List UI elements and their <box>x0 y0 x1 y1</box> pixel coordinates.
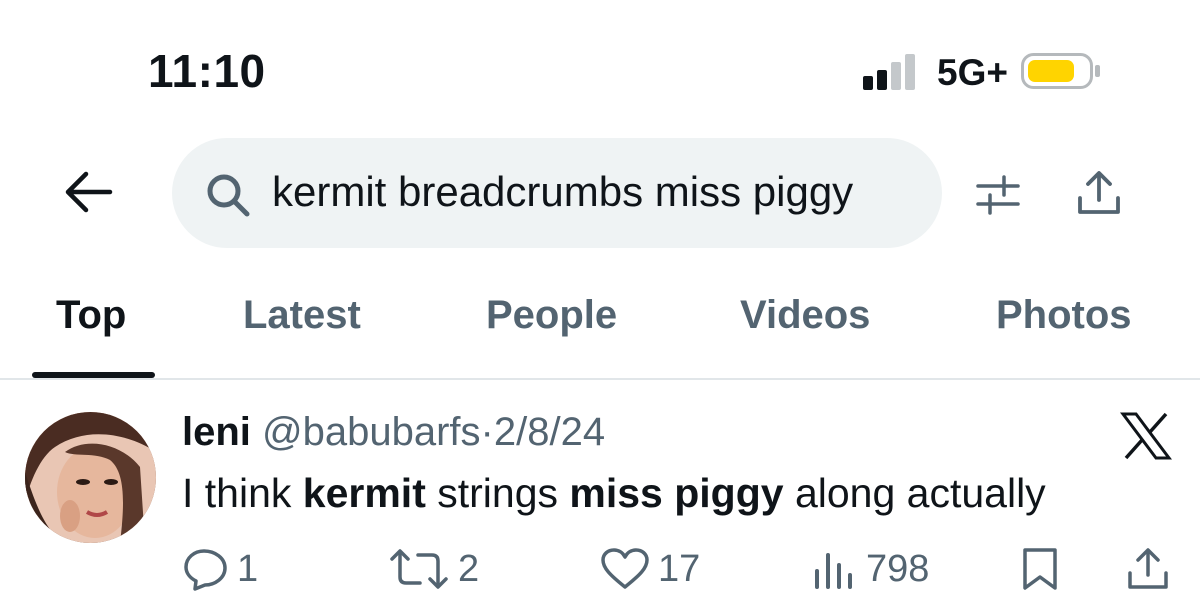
repost-count: 2 <box>458 547 480 590</box>
divider <box>0 378 1200 380</box>
tab-people[interactable]: People <box>486 293 617 338</box>
tweet-date[interactable]: 2/8/24 <box>494 410 605 454</box>
battery-icon <box>1021 53 1101 89</box>
x-logo-icon <box>1120 412 1172 460</box>
views-count: 798 <box>866 547 930 590</box>
tweet-text-highlight: miss piggy <box>569 470 784 516</box>
search-query-text[interactable]: kermit breadcrumbs miss piggy <box>272 168 853 216</box>
bookmark-button[interactable] <box>1020 544 1068 594</box>
tab-latest[interactable]: Latest <box>243 293 361 338</box>
search-icon <box>205 172 251 218</box>
repost-icon <box>390 549 448 589</box>
reply-icon <box>184 549 227 591</box>
reply-count: 1 <box>237 547 259 590</box>
views-button[interactable]: 798 <box>812 544 929 594</box>
back-arrow-icon[interactable] <box>62 170 114 214</box>
like-count: 17 <box>658 547 701 590</box>
status-time: 11:10 <box>148 45 266 97</box>
avatar[interactable] <box>25 412 156 543</box>
tab-videos[interactable]: Videos <box>740 293 870 338</box>
tweet-text-part: along actually <box>783 470 1046 516</box>
like-button[interactable]: 17 <box>600 544 700 594</box>
filter-icon[interactable] <box>975 172 1021 216</box>
meta-separator: · <box>480 410 494 454</box>
share-icon <box>1128 548 1168 589</box>
tab-photos[interactable]: Photos <box>996 293 1132 338</box>
repost-button[interactable]: 2 <box>388 544 479 594</box>
tweet-text-part: I think <box>182 470 303 516</box>
tab-top[interactable]: Top <box>56 293 126 338</box>
tweet-text-part: strings <box>425 470 570 516</box>
tweet-text: I think kermit strings miss piggy along … <box>182 470 1046 517</box>
reply-button[interactable]: 1 <box>183 544 258 594</box>
share-tweet-button[interactable] <box>1125 544 1179 594</box>
author-handle[interactable]: @babubarfs <box>262 410 481 454</box>
cellular-signal-icon <box>863 52 923 90</box>
tweet-author-line: leni @babubarfs·2/8/24 <box>182 410 605 455</box>
tweet-text-highlight: kermit <box>302 470 426 516</box>
bookmark-icon <box>1023 548 1057 590</box>
heart-icon <box>601 548 649 589</box>
share-icon[interactable] <box>1075 168 1123 218</box>
network-type: 5G+ <box>937 52 1008 93</box>
views-icon <box>815 553 852 589</box>
author-name[interactable]: leni <box>182 410 251 454</box>
